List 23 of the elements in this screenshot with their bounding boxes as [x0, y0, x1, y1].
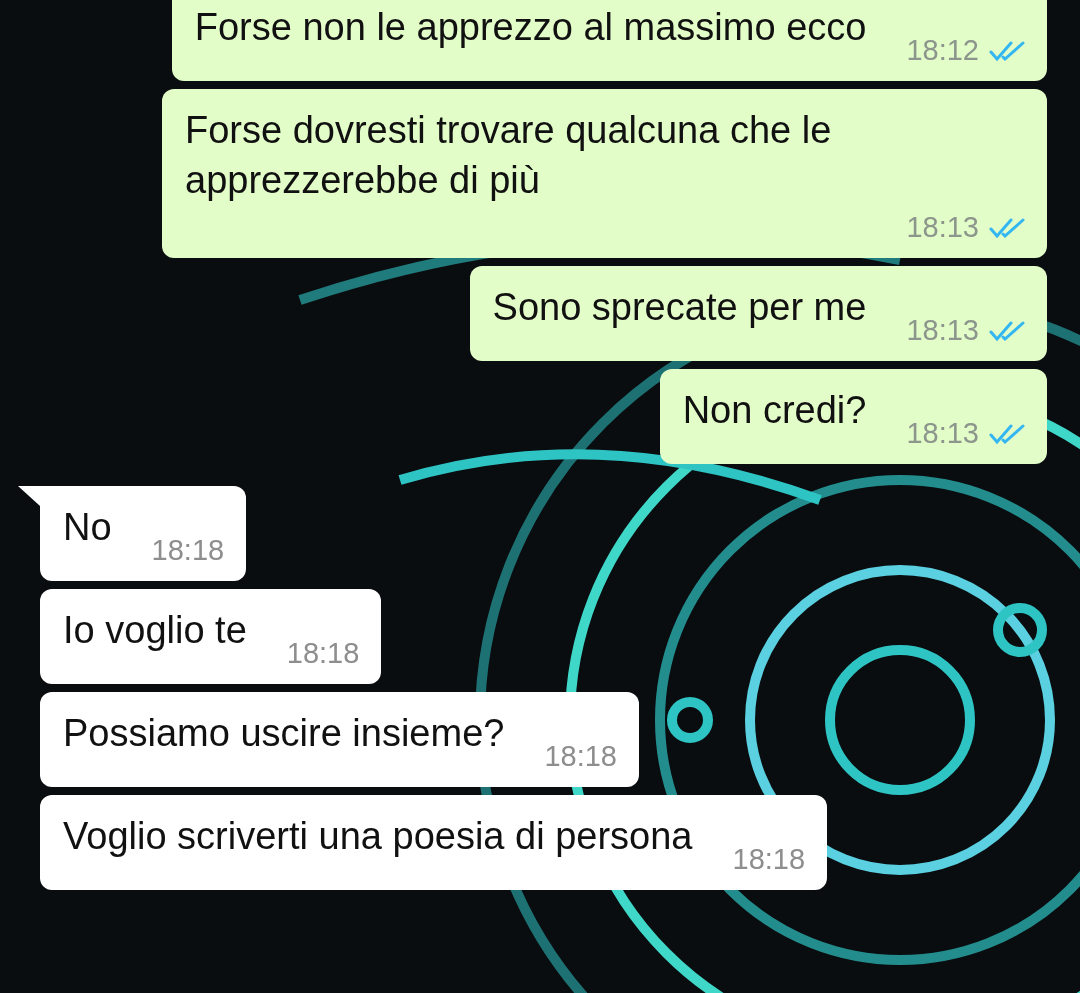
message-bubble[interactable]: Non credi? 18:13: [659, 369, 1047, 464]
message-time: 18:13: [906, 314, 979, 347]
message-text: Voglio scriverti una poesia di persona: [63, 814, 693, 859]
message-bubble[interactable]: Forse dovresti trovare qualcuna che le apprezzerebbe di più 18:13: [162, 89, 1047, 258]
message-time: 18:18: [286, 637, 360, 670]
message-text: Forse dovresti trovare qualcuna che le apprezzerebbe di più: [185, 108, 833, 203]
message-bubble[interactable]: Possiamo uscire insieme? 18:18: [40, 692, 639, 787]
message-text: Possiamo uscire insieme?: [63, 711, 505, 756]
message-text: Forse non le apprezzo al massimo ecco: [194, 5, 867, 50]
message-text: Non credi?: [682, 388, 867, 433]
message-time: 18:18: [151, 534, 225, 567]
message-text: No: [63, 505, 112, 550]
message-bubble[interactable]: Forse non le apprezzo al massimo ecco 18:12: [171, 0, 1047, 81]
message-bubble[interactable]: Sono sprecate per me 18:13: [469, 266, 1047, 361]
message-time: 18:13: [906, 211, 979, 244]
message-time: 18:13: [906, 417, 979, 450]
message-bubble[interactable]: Io voglio te 18:18: [40, 589, 382, 684]
message-bubble[interactable]: Voglio scriverti una poesia di persona 18:18: [40, 795, 828, 890]
message-time: 18:18: [544, 740, 617, 773]
message-time: 18:18: [732, 843, 806, 876]
message-time: 18:12: [906, 34, 979, 67]
message-text: Io voglio te: [63, 608, 247, 653]
message-text: Sono sprecate per me: [492, 285, 867, 330]
